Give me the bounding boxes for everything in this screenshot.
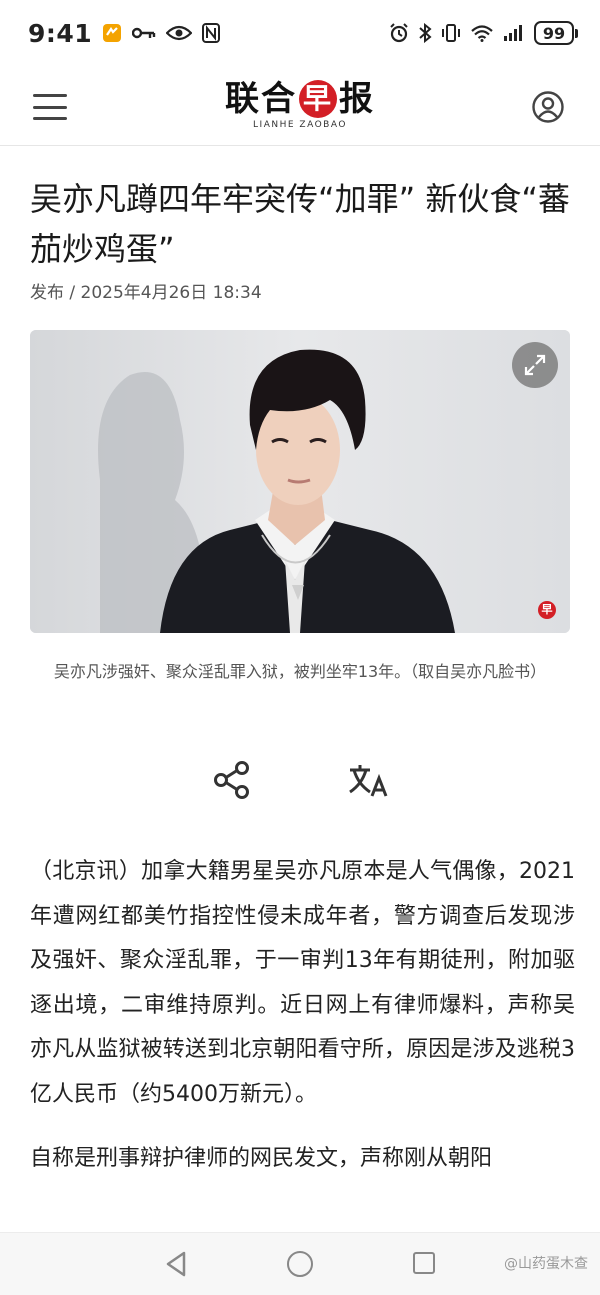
recent-apps-nav-icon[interactable]	[413, 1252, 435, 1274]
key-icon	[132, 26, 156, 40]
back-nav-icon[interactable]	[165, 1251, 187, 1281]
article-actions	[0, 760, 600, 804]
brand-zao-mark: 早	[299, 80, 337, 118]
translate-icon[interactable]	[348, 762, 390, 802]
system-nav-bar: @山药蛋木查	[0, 1232, 600, 1295]
home-nav-icon[interactable]	[287, 1251, 313, 1277]
status-time: 9:41	[28, 18, 93, 48]
article-title: 吴亦凡蹲四年牢突传“加罪” 新伙食“蕃茄炒鸡蛋”	[30, 180, 570, 268]
user-account-icon[interactable]	[532, 91, 564, 123]
status-right: 99	[389, 21, 578, 45]
share-icon[interactable]	[212, 760, 252, 800]
wifi-icon	[470, 24, 494, 42]
article-paragraph: （北京讯）加拿大籍男星吴亦凡原本是人气偶像，2021年遭网红都美竹指控性侵未成年…	[30, 859, 575, 1107]
nfc-icon	[202, 23, 221, 43]
photo-caption: 吴亦凡涉强奸、聚众淫乱罪入狱，被判坐牢13年。（取自吴亦凡脸书）	[53, 662, 547, 681]
brand-logo[interactable]: 联合 早 报 LIANHE ZAOBAO	[0, 80, 600, 130]
zaobao-watermark-badge: 早	[538, 601, 556, 619]
photo-illustration	[30, 330, 570, 633]
article-publish-date: 发布 / 2025年4月26日 18:34	[30, 283, 262, 303]
brand-text-part: 联合	[225, 79, 297, 119]
brand-text-part: 报	[339, 79, 375, 119]
expand-icon[interactable]	[512, 342, 558, 388]
battery-indicator: 99	[534, 21, 578, 45]
article-photo[interactable]: 早	[30, 330, 570, 633]
status-left: 9:41	[28, 18, 221, 48]
article-paragraph: 自称是刑事辩护律师的网民发文，声称刚从朝阳	[30, 1146, 493, 1171]
app-header: 联合 早 报 LIANHE ZAOBAO	[0, 66, 600, 146]
alarm-icon	[389, 23, 409, 43]
article-body: （北京讯）加拿大籍男星吴亦凡原本是人气偶像，2021年遭网红都美竹指控性侵未成年…	[30, 850, 575, 1202]
brand-name-cn: 联合 早 报	[225, 80, 375, 118]
bluetooth-icon	[418, 23, 432, 43]
brand-name-en: LIANHE ZAOBAO	[253, 120, 347, 130]
signal-icon	[503, 24, 525, 42]
status-bar: 9:41 99	[0, 0, 600, 66]
vibrate-icon	[441, 23, 461, 43]
app-badge-icon	[102, 23, 122, 43]
watermark-text: @山药蛋木查	[504, 1256, 588, 1272]
eye-icon	[166, 25, 193, 41]
